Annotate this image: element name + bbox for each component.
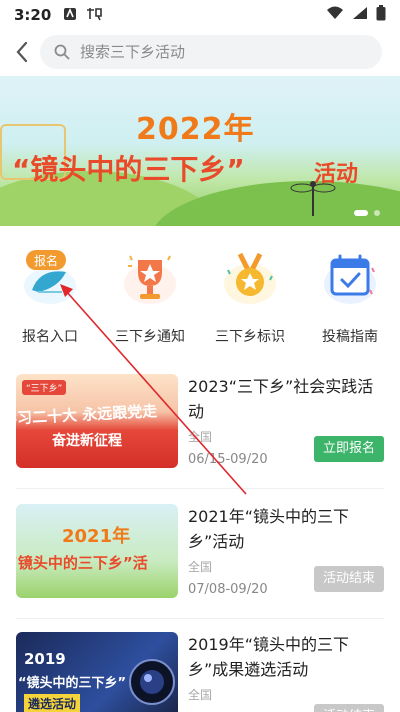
activity-title: 2021年“镜头中的三下乡”活动	[188, 507, 350, 551]
menu-item-signup[interactable]: 报名 报名入口	[0, 238, 100, 348]
thumb-text: 2021年	[62, 526, 131, 547]
search-input[interactable]	[80, 43, 340, 61]
search-header	[0, 30, 400, 74]
thumb-tag: “三下乡”	[22, 380, 67, 395]
medal-icon	[224, 252, 276, 304]
app-notification-icon	[85, 7, 103, 24]
thumb-text: “镜头中的三下乡”	[18, 676, 127, 691]
search-bar[interactable]	[40, 35, 382, 69]
thumb-text: “镜头中的三下乡”活	[16, 554, 148, 572]
status-bar: 3:20	[0, 0, 400, 30]
activity-ended-button[interactable]: 活动结束	[313, 566, 384, 592]
carousel-indicators	[354, 210, 380, 216]
calendar-check-icon	[324, 254, 376, 304]
thumb-text: 2019	[24, 650, 66, 668]
status-time: 3:20	[14, 6, 52, 24]
carousel-dot-active[interactable]	[354, 210, 368, 216]
menu-item-logo[interactable]: 三下乡标识	[200, 238, 300, 348]
activity-region: 全国	[188, 688, 213, 702]
activity-thumbnail: 2021年 “镜头中的三下乡”活	[16, 504, 178, 598]
activity-region: 全国	[188, 560, 213, 574]
trophy-icon	[124, 255, 176, 304]
thumb-text: 遴选活动	[24, 694, 81, 712]
thumb-text: 奋进新征程	[52, 433, 122, 449]
carousel-dot[interactable]	[374, 210, 380, 216]
banner-title: “镜头中的三下乡”	[12, 153, 245, 186]
menu-item-notice[interactable]: 三下乡通知	[100, 238, 200, 348]
activity-title: 2019年“镜头中的三下乡”成果遴选活动	[188, 635, 350, 679]
activity-thumbnail: “三下乡” 学习二十大 永远跟党走 奋进新征程	[16, 374, 178, 468]
activity-dates: 06/15-09/20	[188, 452, 268, 467]
wifi-icon	[326, 6, 344, 24]
activity-region: 全国	[188, 430, 213, 444]
activity-card[interactable]: “三下乡” 学习二十大 永远跟党走 奋进新征程 2023“三下乡”社会实践活动 …	[16, 366, 384, 474]
camera-lens-icon	[129, 659, 175, 705]
thumb-text: 学习二十大 永远跟党走	[16, 401, 158, 429]
activity-ended-button[interactable]: 活动结束	[313, 704, 384, 712]
signup-now-button[interactable]: 立即报名	[313, 436, 384, 462]
battery-icon	[376, 5, 386, 25]
quick-menu: 报名 报名入口 三下乡通知 三下乡标识 投稿指南	[0, 238, 400, 348]
back-button[interactable]	[4, 34, 40, 70]
banner-carousel[interactable]: 2022年 “镜头中的三下乡” 活动	[0, 76, 400, 226]
activity-card[interactable]: 2019 “镜头中的三下乡” 遴选活动 2019年“镜头中的三下乡”成果遴选活动…	[16, 624, 384, 712]
chevron-left-icon	[16, 41, 28, 63]
status-indicators	[326, 5, 386, 25]
notification-icon	[63, 7, 77, 24]
menu-label: 三下乡标识	[215, 329, 285, 345]
search-icon	[54, 44, 70, 60]
signup-badge: 报名	[34, 253, 58, 268]
menu-label: 投稿指南	[322, 329, 378, 345]
activity-card[interactable]: 2021年 “镜头中的三下乡”活 2021年“镜头中的三下乡”活动 全国 07/…	[16, 496, 384, 604]
divider	[16, 488, 384, 489]
signal-icon	[352, 6, 368, 24]
signup-icon: 报名	[24, 250, 76, 304]
menu-label: 三下乡通知	[115, 329, 185, 345]
activity-thumbnail: 2019 “镜头中的三下乡” 遴选活动	[16, 632, 178, 712]
dragonfly-icon	[290, 181, 336, 216]
activity-dates: 07/08-09/20	[188, 582, 268, 597]
activity-title: 2023“三下乡”社会实践活动	[188, 377, 374, 421]
menu-item-guide[interactable]: 投稿指南	[300, 238, 400, 348]
divider	[16, 618, 384, 619]
banner-year: 2022年	[136, 112, 255, 147]
menu-label: 报名入口	[22, 329, 78, 345]
